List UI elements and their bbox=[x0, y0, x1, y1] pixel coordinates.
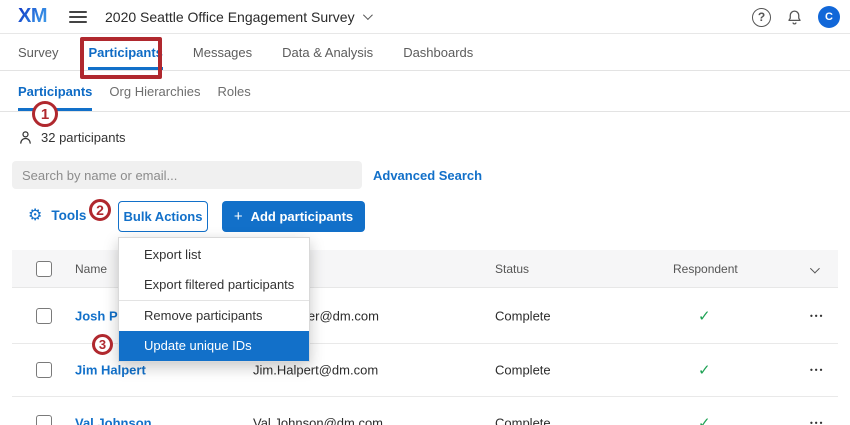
row-checkbox[interactable] bbox=[36, 415, 52, 425]
main-tab-bar: Survey Participants Messages Data & Anal… bbox=[0, 34, 850, 71]
header-status: Status bbox=[495, 262, 529, 276]
add-participants-label: Add participants bbox=[251, 209, 354, 224]
table-row: Val Johnson Val.Johnson@dm.com Complete … bbox=[12, 397, 838, 425]
tools-button[interactable]: ⚙ Tools bbox=[28, 207, 86, 223]
participant-name-link[interactable]: Val Johnson bbox=[75, 416, 152, 425]
tab-messages[interactable]: Messages bbox=[193, 34, 252, 70]
qualtrics-app-window: XM 2020 Seattle Office Engagement Survey… bbox=[0, 0, 850, 425]
participant-email: Jim.Halpert@dm.com bbox=[253, 363, 378, 378]
tab-participants[interactable]: Participants bbox=[88, 34, 162, 70]
row-checkbox[interactable] bbox=[36, 308, 52, 324]
participant-status: Complete bbox=[495, 363, 551, 378]
row-options-menu-icon[interactable]: ••• bbox=[810, 311, 824, 320]
participants-count: 32 participants bbox=[18, 124, 126, 150]
survey-title-dropdown[interactable]: 2020 Seattle Office Engagement Survey bbox=[105, 9, 370, 25]
participant-name-link[interactable]: Jim Halpert bbox=[75, 363, 146, 378]
hamburger-menu-icon[interactable] bbox=[69, 8, 87, 26]
respondent-checkmark-icon: ✓ bbox=[698, 307, 711, 325]
participant-status: Complete bbox=[495, 416, 551, 425]
menu-item-update-unique-ids[interactable]: Update unique IDs bbox=[119, 331, 309, 361]
menu-item-remove-participants[interactable]: Remove participants bbox=[119, 301, 309, 331]
annotation-step-3: 3 bbox=[92, 334, 113, 355]
bulk-actions-menu: Export list Export filtered participants… bbox=[118, 237, 310, 362]
row-checkbox[interactable] bbox=[36, 362, 52, 378]
header-respondent: Respondent bbox=[673, 262, 738, 276]
person-icon bbox=[18, 130, 33, 145]
actions-row: ⚙ Tools Bulk Actions + Add participants bbox=[0, 200, 850, 232]
top-bar: XM 2020 Seattle Office Engagement Survey… bbox=[0, 0, 850, 34]
chevron-down-icon bbox=[363, 10, 373, 20]
respondent-checkmark-icon: ✓ bbox=[698, 361, 711, 379]
tab-survey[interactable]: Survey bbox=[18, 34, 58, 70]
advanced-search-link[interactable]: Advanced Search bbox=[373, 168, 482, 183]
plus-icon: + bbox=[234, 208, 243, 225]
tab-data-analysis[interactable]: Data & Analysis bbox=[282, 34, 373, 70]
tools-label: Tools bbox=[51, 208, 86, 223]
user-avatar[interactable]: C bbox=[818, 6, 840, 28]
tab-dashboards[interactable]: Dashboards bbox=[403, 34, 473, 70]
participants-count-label: 32 participants bbox=[41, 130, 126, 145]
survey-title: 2020 Seattle Office Engagement Survey bbox=[105, 9, 355, 25]
annotation-step-2: 2 bbox=[89, 199, 111, 221]
search-input[interactable] bbox=[12, 161, 362, 189]
respondent-checkmark-icon: ✓ bbox=[698, 414, 711, 425]
xm-logo: XM bbox=[18, 5, 47, 28]
header-name: Name bbox=[75, 262, 107, 276]
column-options-chevron-icon[interactable] bbox=[810, 261, 817, 276]
row-options-menu-icon[interactable]: ••• bbox=[810, 366, 824, 375]
help-icon[interactable]: ? bbox=[752, 8, 771, 27]
participant-status: Complete bbox=[495, 308, 551, 323]
participant-email: Val.Johnson@dm.com bbox=[253, 416, 383, 425]
subtab-org-hierarchies[interactable]: Org Hierarchies bbox=[109, 71, 200, 111]
add-participants-button[interactable]: + Add participants bbox=[222, 201, 365, 232]
menu-item-export-filtered[interactable]: Export filtered participants bbox=[119, 270, 309, 300]
gear-icon: ⚙ bbox=[28, 207, 42, 223]
topbar-right: ? C bbox=[752, 0, 840, 34]
annotation-step-1: 1 bbox=[32, 101, 58, 127]
row-options-menu-icon[interactable]: ••• bbox=[810, 419, 824, 425]
sub-tab-bar: Participants Org Hierarchies Roles bbox=[0, 71, 850, 112]
notifications-bell-icon[interactable] bbox=[786, 9, 803, 26]
menu-item-export-list[interactable]: Export list bbox=[119, 240, 309, 270]
subtab-roles[interactable]: Roles bbox=[217, 71, 250, 111]
select-all-checkbox[interactable] bbox=[36, 261, 52, 277]
bulk-actions-button[interactable]: Bulk Actions bbox=[118, 201, 208, 232]
